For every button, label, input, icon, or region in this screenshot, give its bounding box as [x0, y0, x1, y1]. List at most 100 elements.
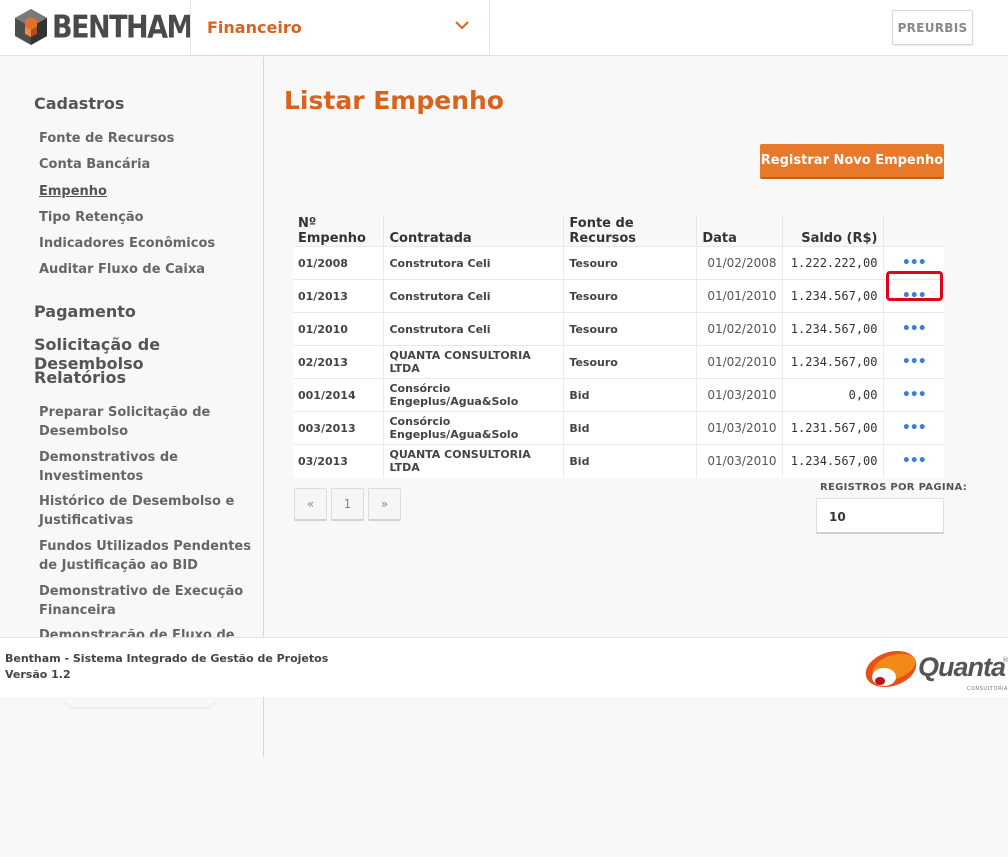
column-header-numero[interactable]: Nº Empenho — [293, 216, 385, 247]
quanta-logo: Quanta ® CONSULTORIA — [864, 648, 1008, 692]
sidebar-item-empenho[interactable]: Empenho — [39, 183, 254, 202]
cell-saldo: 1.234.567,00 — [782, 312, 884, 346]
table-row[interactable]: 003/2013 Consórcio Engeplus/Agua&Solo Bid 0… — [293, 411, 944, 445]
more-options-icon[interactable]: ••• — [902, 420, 927, 436]
column-header-saldo[interactable]: Saldo (R$) — [782, 216, 884, 247]
row-actions[interactable]: ••• — [883, 378, 944, 412]
per-page-label: REGISTROS POR PAGINA: — [820, 482, 968, 493]
cell-contratada: QUANTA CONSULTORIA LTDA — [383, 444, 565, 478]
module-selector[interactable]: Financeiro — [190, 0, 490, 56]
cell-numero: 01/2010 — [293, 312, 385, 346]
sidebar-item-fluxo-de-caixa[interactable]: Demonstração de Fluxo de Caixa — [39, 627, 254, 637]
cell-fonte: Bid — [563, 444, 698, 478]
quanta-wordmark: Quanta — [918, 652, 1006, 682]
column-header-data[interactable]: Data — [696, 216, 783, 247]
cell-data: 01/03/2010 — [696, 444, 783, 478]
per-page-input[interactable]: 10 — [816, 498, 944, 534]
cell-contratada: Construtora Celi — [383, 312, 565, 346]
sidebar-item-demonstrativos-investimentos[interactable]: Demonstrativos de Investimentos — [39, 449, 254, 486]
cell-contratada: Consórcio Engeplus/Agua&Solo — [383, 378, 565, 412]
cell-contratada: Consórcio Engeplus/Agua&Solo — [383, 411, 565, 445]
row-actions[interactable]: ••• — [883, 411, 944, 445]
row-actions[interactable]: ••• — [883, 312, 944, 346]
quanta-subtitle: CONSULTORIA — [967, 686, 1008, 692]
footer-system-name: Bentham - Sistema Integrado de Gestão de… — [5, 652, 329, 665]
quanta-registered: ® — [1002, 656, 1008, 664]
column-header-contratada[interactable]: Contratada — [383, 216, 565, 247]
sidebar-item-fundos-pendentes[interactable]: Fundos Utilizados Pendentes de Justifica… — [39, 538, 254, 575]
sidebar-item-conta-bancaria[interactable]: Conta Bancária — [39, 156, 254, 175]
cube-logo-icon — [15, 9, 47, 45]
sidebar: Cadastros Fonte de Recursos Conta Bancár… — [0, 57, 263, 637]
table-row[interactable]: 001/2014 Consórcio Engeplus/Agua&Solo Bid 0… — [293, 378, 944, 412]
cell-contratada: Construtora Celi — [383, 279, 565, 313]
cell-fonte: Tesouro — [563, 279, 698, 313]
cell-contratada: QUANTA CONSULTORIA LTDA — [383, 345, 565, 379]
sidebar-section-pagamento[interactable]: Pagamento — [34, 302, 136, 321]
sidebar-section-cadastros[interactable]: Cadastros — [34, 94, 124, 113]
sidebar-item-demonstrativo-execucao[interactable]: Demonstrativo de Execução Financeira — [39, 583, 254, 620]
table-header-row: Nº Empenho Contratada Fonte de Recursos … — [293, 216, 944, 247]
cell-numero: 001/2014 — [293, 378, 385, 412]
cell-numero: 003/2013 — [293, 411, 385, 445]
footer-version: Versão 1.2 — [5, 668, 71, 681]
cell-numero: 01/2013 — [293, 279, 385, 313]
more-options-icon[interactable]: ••• — [902, 453, 927, 469]
table-row[interactable]: 01/2008 Construtora Celi Tesouro 01/02/2008… — [293, 246, 944, 280]
table-row[interactable]: 01/2013 Construtora Celi Tesouro 01/01/2010… — [293, 279, 944, 313]
sidebar-item-indicadores-economicos[interactable]: Indicadores Econômicos — [39, 235, 254, 254]
column-header-fonte[interactable]: Fonte de Recursos — [563, 216, 698, 247]
cell-data: 01/02/2010 — [696, 345, 783, 379]
cell-fonte: Tesouro — [563, 246, 698, 280]
sidebar-item-historico-desembolso[interactable]: Histórico de Desembolso e Justificativas — [39, 493, 254, 530]
pagination-page-1[interactable]: 1 — [331, 488, 364, 521]
top-bar: BENTHAM Financeiro PREURBIS — [0, 0, 1008, 56]
more-options-icon[interactable]: ••• — [902, 255, 927, 271]
table-row[interactable]: 01/2010 Construtora Celi Tesouro 01/02/2010… — [293, 312, 944, 346]
register-new-empenho-button[interactable]: Registrar Novo Empenho — [760, 144, 944, 179]
cell-data: 01/01/2010 — [696, 279, 783, 313]
module-selector-label: Financeiro — [207, 18, 302, 37]
cell-contratada: Construtora Celi — [383, 246, 565, 280]
bentham-logo[interactable]: BENTHAM — [14, 8, 193, 46]
pagination-prev-button[interactable]: « — [294, 488, 327, 521]
cell-saldo: 1.234.567,00 — [782, 345, 884, 379]
column-header-acoes — [883, 216, 944, 247]
more-options-icon[interactable]: ••• — [902, 288, 927, 304]
sidebar-section-relatorios[interactable]: Relatórios — [34, 368, 126, 387]
sidebar-item-tipo-retencao[interactable]: Tipo Retenção — [39, 209, 254, 228]
row-actions[interactable]: ••• — [883, 444, 944, 478]
more-options-icon[interactable]: ••• — [902, 354, 927, 370]
table-row[interactable]: 03/2013 QUANTA CONSULTORIA LTDA Bid 01/03/2… — [293, 444, 944, 478]
pagination-next-button[interactable]: » — [368, 488, 401, 521]
cell-saldo: 0,00 — [782, 378, 884, 412]
quanta-swirl-icon — [865, 650, 917, 688]
cell-fonte: Bid — [563, 378, 698, 412]
sidebar-item-auditar-fluxo-de-caixa[interactable]: Auditar Fluxo de Caixa — [39, 261, 254, 280]
cell-numero: 03/2013 — [293, 444, 385, 478]
cell-numero: 02/2013 — [293, 345, 385, 379]
row-actions[interactable]: ••• — [883, 279, 944, 313]
cell-saldo: 1.222.222,00 — [782, 246, 884, 280]
empenho-table: Nº Empenho Contratada Fonte de Recursos … — [293, 216, 944, 478]
row-actions[interactable]: ••• — [883, 246, 944, 280]
cell-data: 01/02/2008 — [696, 246, 783, 280]
user-button[interactable]: PREURBIS — [892, 10, 973, 45]
chevron-down-icon — [455, 21, 469, 30]
cell-data: 01/03/2010 — [696, 411, 783, 445]
cell-saldo: 1.231.567,00 — [782, 411, 884, 445]
table-row[interactable]: 02/2013 QUANTA CONSULTORIA LTDA Tesouro 01/… — [293, 345, 944, 379]
row-actions[interactable]: ••• — [883, 345, 944, 379]
sidebar-item-preparar-solicitacao[interactable]: Preparar Solicitação de Desembolso — [39, 404, 254, 441]
cell-data: 01/03/2010 — [696, 378, 783, 412]
cell-fonte: Tesouro — [563, 312, 698, 346]
more-options-icon[interactable]: ••• — [902, 321, 927, 337]
cell-saldo: 1.234.567,00 — [782, 444, 884, 478]
footer: Bentham - Sistema Integrado de Gestão de… — [0, 637, 1008, 697]
sidebar-item-fonte-de-recursos[interactable]: Fonte de Recursos — [39, 130, 254, 149]
logo-text: BENTHAM — [52, 9, 193, 45]
cell-numero: 01/2008 — [293, 246, 385, 280]
cell-saldo: 1.234.567,00 — [782, 279, 884, 313]
cell-fonte: Bid — [563, 411, 698, 445]
more-options-icon[interactable]: ••• — [902, 387, 927, 403]
